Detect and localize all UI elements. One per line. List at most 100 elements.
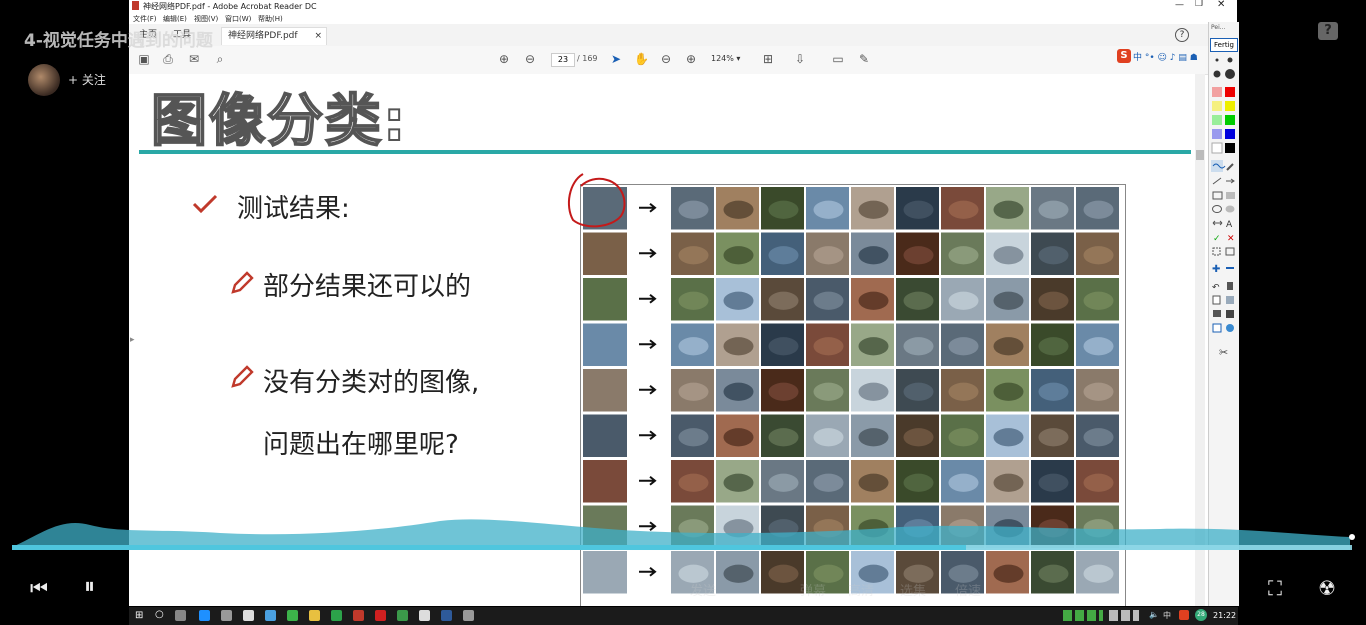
quality-faint[interactable]: 高清	[848, 580, 874, 599]
fertig-button[interactable]: Fertig	[1210, 38, 1238, 52]
slide-title: 图像分类:	[150, 88, 408, 155]
left-pane-toggle-icon[interactable]: ▸	[130, 335, 135, 345]
svg-text:✂: ✂	[1219, 346, 1228, 359]
search-circle-icon[interactable]: ○	[155, 609, 164, 620]
menu-file[interactable]: 文件(F)	[133, 14, 157, 24]
previous-icon[interactable]: ⏮	[30, 576, 48, 600]
danmaku-faint[interactable]: 弹幕	[800, 580, 826, 599]
edge-icon[interactable]	[199, 610, 210, 621]
follow-label: 关注	[81, 73, 106, 87]
print-icon[interactable]: ⎙	[161, 52, 175, 66]
mail-app-icon[interactable]	[243, 610, 254, 621]
thumbnail-subject	[1038, 200, 1069, 219]
pencil-icon	[231, 365, 254, 388]
toolbar: ▣ ⎙ ✉ ⌕ ⊕ ⊖ 23 / 169 ➤ ✋ ⊖ ⊕ 124% ▾ ⊞ ⇩ …	[129, 46, 1209, 75]
sogou-ime-icon[interactable]: S	[1117, 49, 1131, 63]
thumbnail-subject	[903, 200, 934, 219]
send-button-faint[interactable]: 发送	[690, 580, 716, 599]
app-icon-6[interactable]	[419, 610, 430, 621]
search-icon[interactable]: ⌕	[213, 52, 227, 66]
menu-bar: 文件(F) 编辑(E) 视图(V) 窗口(W) 帮助(H)	[129, 12, 1237, 24]
save-icon[interactable]: ▣	[137, 52, 151, 66]
close-window-icon[interactable]: ✕	[1217, 0, 1225, 10]
menu-help[interactable]: 帮助(H)	[258, 14, 283, 24]
volume-icon[interactable]: 🔈	[1149, 610, 1159, 619]
episodes-faint[interactable]: 选集	[900, 580, 926, 599]
minimize-icon[interactable]: —	[1175, 0, 1184, 10]
prev-page-icon[interactable]: ⊕	[497, 52, 511, 66]
hand-tool-icon[interactable]: ✋	[634, 52, 649, 66]
menu-edit[interactable]: 编辑(E)	[163, 14, 187, 24]
thumbnail-subject	[723, 382, 754, 401]
acrobat-taskbar-icon[interactable]	[375, 610, 386, 621]
thumbnail-subject	[678, 473, 709, 492]
help-circle-icon[interactable]: ?	[1175, 28, 1189, 42]
app-icon-7[interactable]	[441, 610, 452, 621]
ime-indicator[interactable]: 中	[1163, 610, 1171, 621]
page-number-input[interactable]: 23	[551, 53, 575, 67]
scroll-mode-icon[interactable]: ⇩	[793, 52, 807, 66]
app-icon-5[interactable]	[397, 610, 408, 621]
next-page-icon[interactable]: ⊖	[523, 52, 537, 66]
query-thumbnail	[583, 278, 627, 321]
tray-icons-2[interactable]	[1109, 610, 1139, 621]
app-icon-2[interactable]	[287, 610, 298, 621]
arrow-icon	[639, 430, 657, 441]
speed-faint[interactable]: 倍速	[955, 580, 981, 599]
task-view-icon[interactable]	[175, 610, 186, 621]
ime-toolbar[interactable]: 中 °• ☺ ♪ ▤ ☗	[1133, 50, 1209, 63]
help-icon[interactable]: ?	[1318, 22, 1338, 40]
sogou-tray-icon[interactable]	[1179, 610, 1189, 620]
menu-window[interactable]: 窗口(W)	[225, 14, 251, 24]
thumbnail-subject	[948, 200, 979, 219]
comment-icon[interactable]: ▭	[831, 52, 845, 66]
notification-badge[interactable]: 28	[1195, 609, 1207, 621]
thumbnail-subject	[993, 337, 1024, 356]
thumbnail-subject	[1083, 473, 1114, 492]
mail-icon[interactable]: ✉	[187, 52, 201, 66]
menu-view[interactable]: 视图(V)	[194, 14, 218, 24]
scrollbar-thumb[interactable]	[1196, 150, 1204, 160]
app-icon-3[interactable]	[331, 610, 342, 621]
thumbnail-subject	[858, 473, 889, 492]
thumbnail-subject	[948, 382, 979, 401]
pause-icon[interactable]: ⏸	[84, 574, 95, 599]
thumbnail-subject	[1038, 337, 1069, 356]
thumbnail-subject	[903, 382, 934, 401]
app-icon-4[interactable]	[353, 610, 364, 621]
thumbnail-subject	[1083, 337, 1114, 356]
bullet-misclassified: 没有分类对的图像,	[263, 368, 480, 398]
page-total: / 169	[577, 54, 598, 63]
fit-page-icon[interactable]: ⊞	[761, 52, 775, 66]
arrow-icon	[639, 384, 657, 395]
thumbnail-subject	[948, 246, 979, 265]
maximize-icon[interactable]: ❐	[1195, 0, 1203, 9]
store-icon[interactable]	[221, 610, 232, 621]
tab-document[interactable]: 神经网络PDF.pdf ×	[221, 27, 327, 45]
select-pointer-icon[interactable]: ➤	[609, 52, 623, 66]
palette-swatches[interactable]: A ✓ ✕ ✚ ↶ ✂	[1209, 54, 1239, 374]
zoom-out-icon[interactable]: ⊖	[659, 52, 673, 66]
tray-icons-1[interactable]	[1063, 610, 1103, 621]
thumbnail-subject	[678, 337, 709, 356]
thumbnail-subject	[723, 291, 754, 310]
zoom-level-select[interactable]: 124% ▾	[711, 54, 745, 66]
fullscreen-icon[interactable]: ⛶	[1268, 576, 1282, 600]
thumbnail-subject	[1083, 428, 1114, 447]
query-thumbnail	[583, 414, 627, 457]
uploader-avatar[interactable]	[28, 64, 60, 96]
thumbnail-subject	[678, 428, 709, 447]
app-icon-8[interactable]	[463, 610, 474, 621]
radiation-icon[interactable]: ☢	[1318, 576, 1336, 600]
tab-close-icon[interactable]: ×	[314, 28, 322, 45]
svg-text:✚: ✚	[1212, 264, 1220, 275]
start-icon[interactable]: ⊞	[135, 610, 143, 621]
thumbnail-subject	[948, 473, 979, 492]
folder-icon[interactable]	[309, 610, 320, 621]
svg-text:✓: ✓	[1213, 234, 1221, 244]
follow-button[interactable]: + 关注	[68, 71, 106, 88]
app-icon-1[interactable]	[265, 610, 276, 621]
thumbnail-subject	[678, 382, 709, 401]
highlight-pen-icon[interactable]: ✎	[857, 52, 871, 66]
zoom-in-icon[interactable]: ⊕	[684, 52, 698, 66]
